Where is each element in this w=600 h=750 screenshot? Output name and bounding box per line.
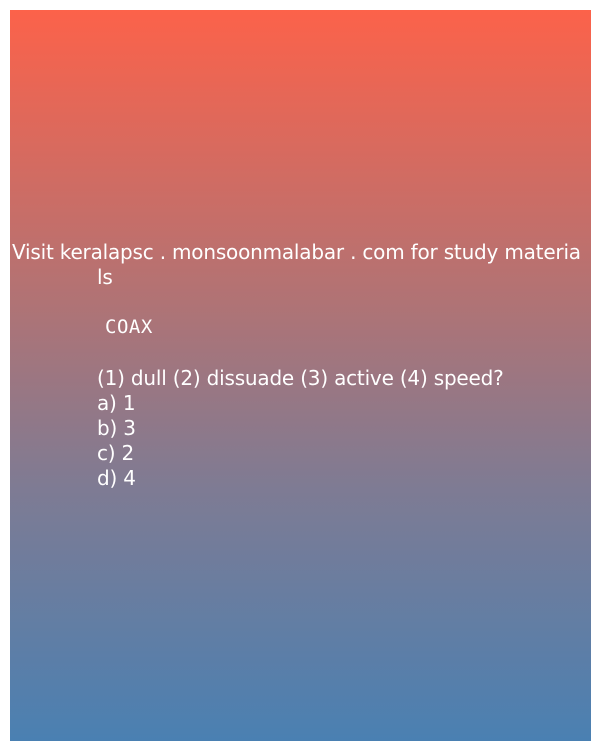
option-c: c) 2 [97,441,135,465]
option-d: d) 4 [97,466,136,490]
promo-text-line-1: Visit keralapsc . monsoonmalabar . com f… [12,240,581,264]
question-prompt: (1) dull (2) dissuade (3) active (4) spe… [97,366,504,390]
promo-text-line-2: ls [97,265,113,289]
option-a: a) 1 [97,391,136,415]
option-b: b) 3 [97,416,136,440]
question-word: COAX [105,316,153,338]
